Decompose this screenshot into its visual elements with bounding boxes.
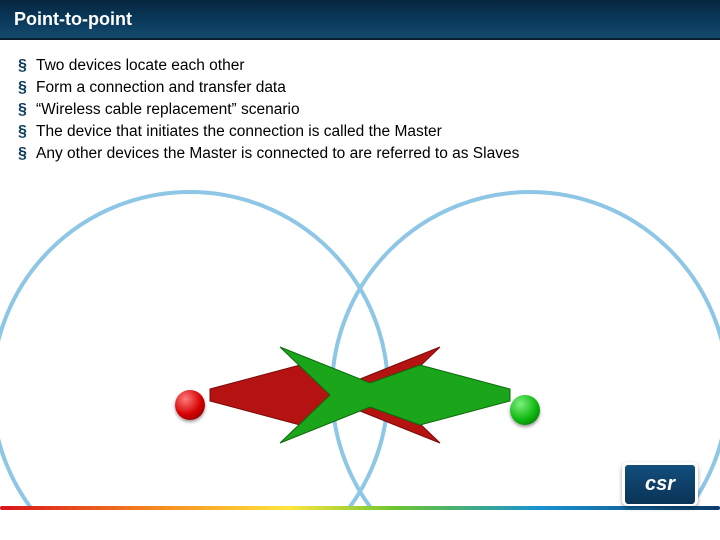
title-bar: Point-to-point <box>0 0 720 40</box>
slave-node-icon <box>510 395 540 425</box>
list-item: § Any other devices the Master is connec… <box>18 144 698 164</box>
slide: Point-to-point § Two devices locate each… <box>0 0 720 540</box>
bullet-icon: § <box>18 78 36 98</box>
bullet-icon: § <box>18 100 36 120</box>
list-item: § Form a connection and transfer data <box>18 78 698 98</box>
bullet-icon: § <box>18 122 36 142</box>
list-item: § Two devices locate each other <box>18 56 698 76</box>
list-item: § The device that initiates the connecti… <box>18 122 698 142</box>
diagram-area <box>0 190 720 510</box>
bullet-text: Any other devices the Master is connecte… <box>36 144 519 164</box>
footer-rainbow-swoosh <box>0 506 720 510</box>
slide-title: Point-to-point <box>14 9 132 30</box>
bullet-text: Two devices locate each other <box>36 56 245 76</box>
logo-text: csr <box>645 473 675 496</box>
bullet-icon: § <box>18 56 36 76</box>
bullet-icon: § <box>18 144 36 164</box>
connection-burst <box>200 340 520 450</box>
list-item: § “Wireless cable replacement” scenario <box>18 100 698 120</box>
csr-logo: csr <box>622 462 698 506</box>
bullet-text: Form a connection and transfer data <box>36 78 286 98</box>
bullet-text: “Wireless cable replacement” scenario <box>36 100 300 120</box>
bullet-text: The device that initiates the connection… <box>36 122 442 142</box>
bullet-list: § Two devices locate each other § Form a… <box>18 56 698 166</box>
master-node-icon <box>175 390 205 420</box>
